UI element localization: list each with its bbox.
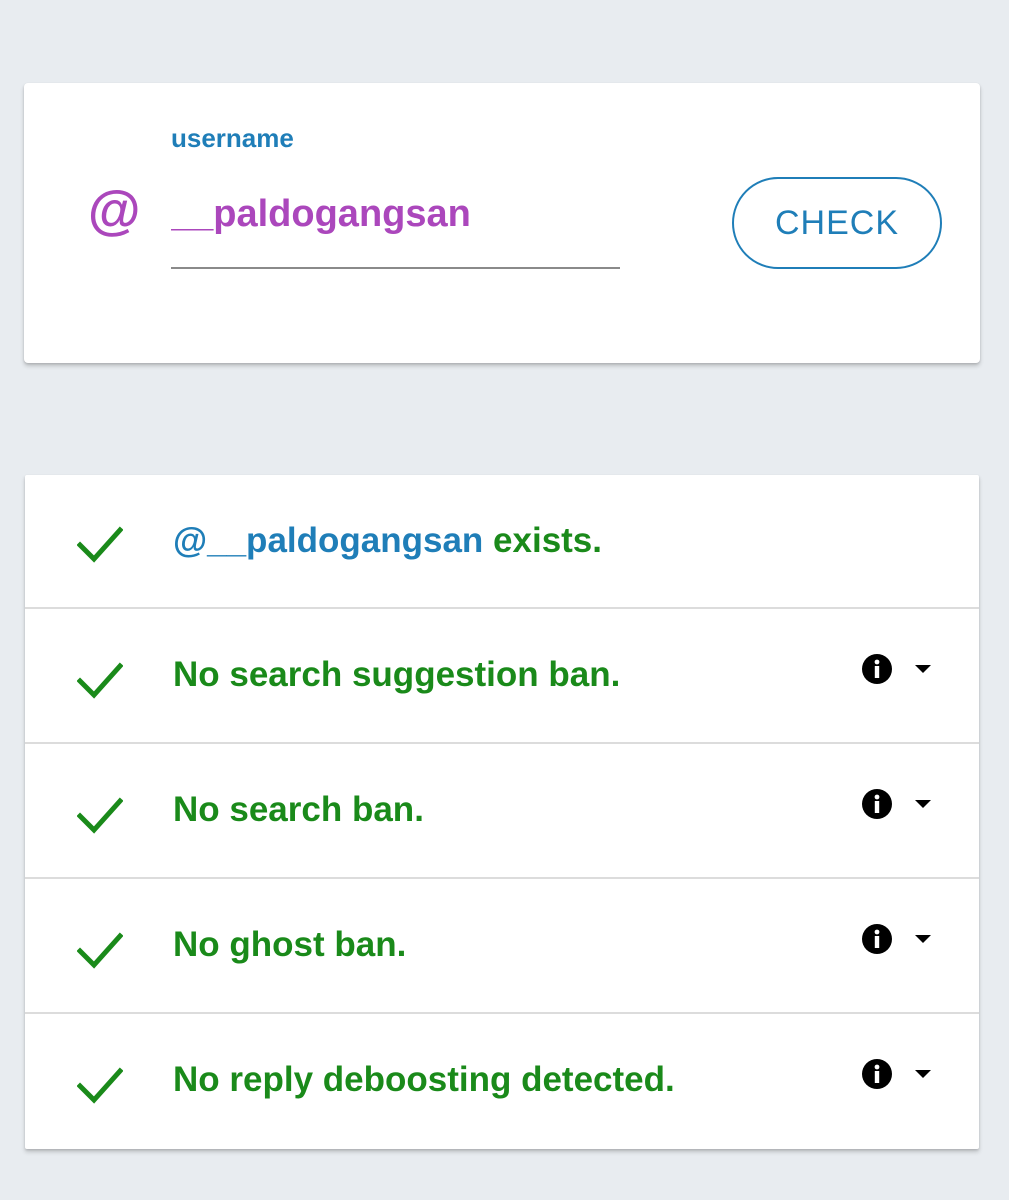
result-text: No reply deboosting detected. [173,1060,675,1099]
result-text: No ghost ban. [173,925,407,964]
result-row-search-suggestion-ban: No search suggestion ban. [25,609,979,743]
check-icon [77,932,123,969]
chevron-down-icon[interactable] [915,800,931,810]
result-text: @__paldogangsan exists. [173,523,602,558]
chevron-down-icon[interactable] [915,1070,931,1080]
info-icon[interactable] [861,1058,893,1090]
result-row-reply-deboosting: No reply deboosting detected. [25,1014,979,1148]
username-input[interactable] [171,190,619,238]
chevron-down-icon[interactable] [915,935,931,945]
username-field-label: username [171,123,294,153]
info-icon[interactable] [861,923,893,955]
username-input-underline [171,267,620,269]
check-icon [77,797,123,834]
check-icon [77,662,123,699]
check-icon [77,526,123,563]
result-text: No search ban. [173,790,424,829]
check-icon [77,1067,123,1104]
info-icon[interactable] [861,788,893,820]
result-exists-text: exists. [483,521,603,560]
result-row-search-ban: No search ban. [25,744,979,878]
at-sign-icon: @ [87,181,140,241]
result-text: No search suggestion ban. [173,655,621,694]
result-row-exists: @__paldogangsan exists. [25,475,979,609]
check-button[interactable]: CHECK [732,177,942,269]
username-link[interactable]: @__paldogangsan [173,521,483,560]
info-icon[interactable] [861,653,893,685]
chevron-down-icon[interactable] [915,665,931,675]
result-row-ghost-ban: No ghost ban. [25,879,979,1013]
